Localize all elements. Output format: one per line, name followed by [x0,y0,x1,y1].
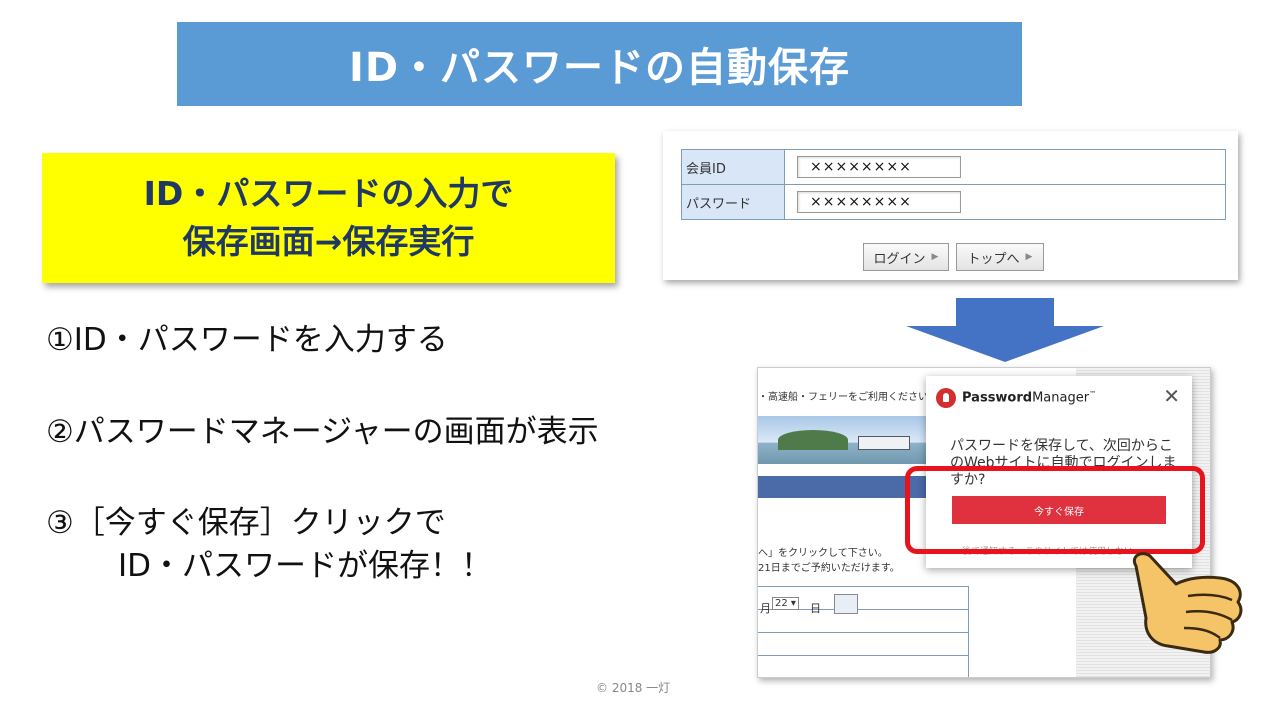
login-table: 会員ID ×××××××× パスワード ×××××××× [681,149,1226,220]
password-row: パスワード ×××××××× [681,184,1226,220]
day-label: 日 [810,602,821,615]
member-id-row: 会員ID ×××××××× [681,149,1226,185]
password-manager-logo-icon [936,388,956,408]
callout-line-2: 保存画面→保存実行 [182,222,475,261]
play-arrow-icon: ▶ [931,252,939,262]
slide-title: ID・パスワードの自動保存 [177,22,1022,106]
step-3: ③［今すぐ保存］クリックで [46,505,446,541]
page-banner-text: ・高速船・フェリーをご利用ください [758,392,928,403]
login-button[interactable]: ログイン ▶ [863,243,949,271]
month-label: 月 [760,602,771,615]
step-1: ①ID・パスワードを入力する [46,322,448,358]
copyright: © 2018 一灯 [596,681,671,695]
summary-callout: ID・パスワードの入力で 保存画面→保存実行 [42,153,615,283]
top-page-button[interactable]: トップへ ▶ [956,243,1044,271]
close-icon[interactable]: ✕ [1163,384,1180,408]
page-booking-text: 21日までご予約いただけます。 [758,563,900,574]
password-input[interactable]: ×××××××× [797,191,961,213]
calendar-icon[interactable] [834,594,858,614]
top-page-button-label: トップへ [967,251,1020,267]
play-arrow-icon: ▶ [1025,252,1033,262]
password-label: パスワード [681,184,785,220]
step-2: ②パスワードマネージャーの画面が表示 [46,414,599,450]
member-id-label: 会員ID [681,149,785,185]
page-instruction-text: へ」をクリックして下さい。 [758,548,888,559]
login-form-screenshot: 会員ID ×××××××× パスワード ×××××××× ログイン ▶ トップへ ▶ [663,131,1238,280]
login-button-label: ログイン [873,251,926,267]
callout-line-1: ID・パスワードの入力で [143,174,514,213]
down-arrow-icon [906,298,1104,362]
pointing-hand-icon [1133,552,1243,654]
password-manager-brand: PasswordManager™ [962,390,1097,406]
member-id-input[interactable]: ×××××××× [797,156,961,178]
day-select[interactable]: 22 ▾ [772,597,799,610]
highlight-frame [905,466,1205,554]
ferry-photo [758,416,938,464]
step-3-result: ID・パスワードが保存！！ [118,548,493,584]
